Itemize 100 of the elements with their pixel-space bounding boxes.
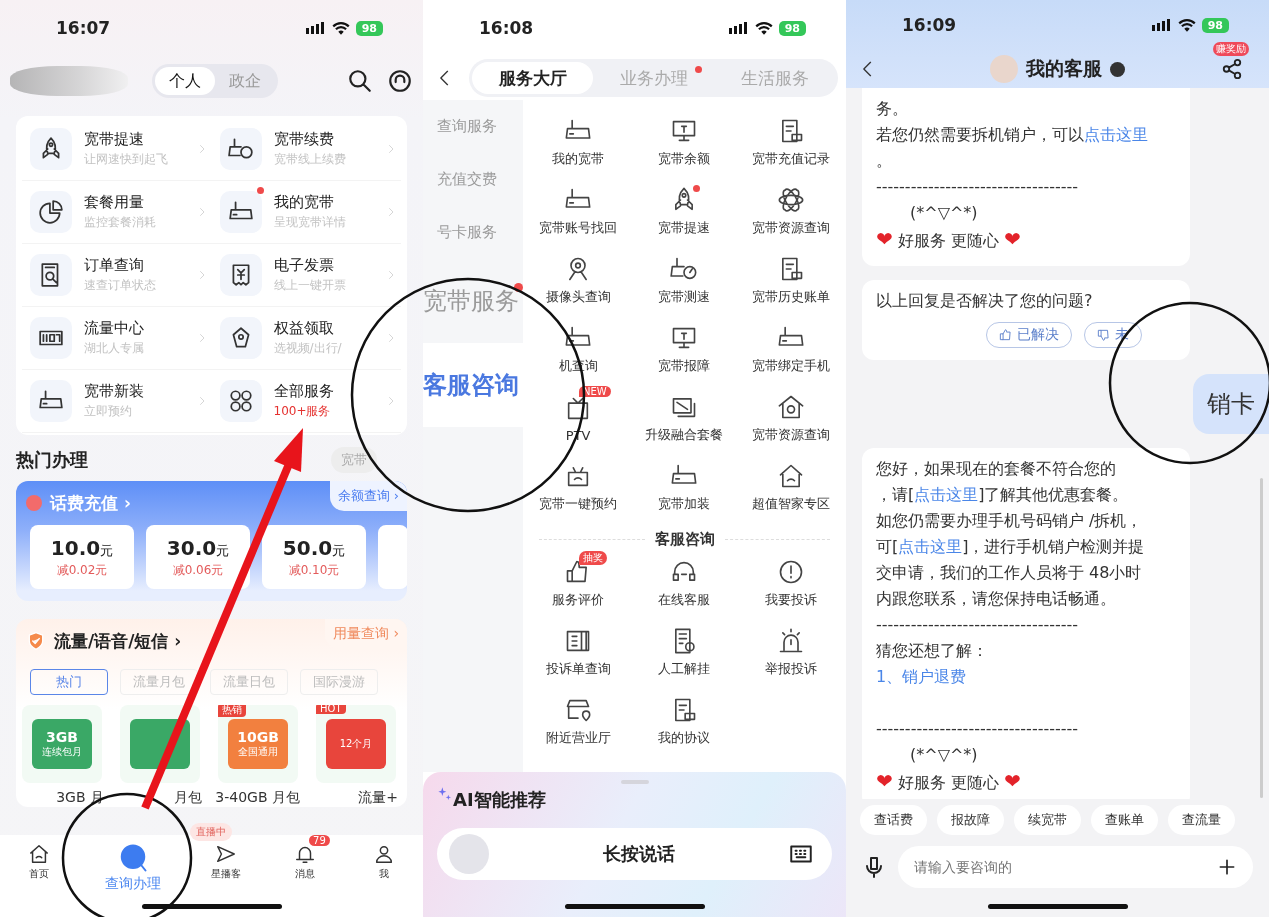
message-text: (*^▽^*)	[909, 744, 979, 766]
clock: 16:08	[479, 18, 534, 38]
product-image[interactable]: HOT 12个月	[316, 705, 396, 783]
quick-reply-chip[interactable]: 查账单	[1091, 805, 1158, 835]
signal-icon	[728, 22, 749, 34]
wifi-icon	[1177, 18, 1196, 32]
pie-chart-icon	[38, 199, 64, 225]
thumbs-down-icon	[1097, 328, 1111, 342]
amount-option[interactable]: 50.0元 减0.10元	[262, 525, 366, 589]
router-coin-icon	[227, 136, 254, 162]
message-text: 1、销户退费	[876, 666, 968, 688]
panel-title: AI智能推荐	[453, 788, 546, 812]
service-item[interactable]: 宽带测速	[631, 246, 738, 315]
service-item[interactable]: 人工解挂	[631, 618, 738, 687]
service-item[interactable]: 我的宽带	[525, 108, 632, 177]
service-item[interactable]: 宽带历史账单	[737, 246, 844, 315]
account-tab[interactable]: 个人	[155, 67, 215, 95]
filter-tab[interactable]: 热门	[30, 669, 108, 695]
service-title: 电子发票	[273, 256, 335, 275]
lottery-badge: 抽奖	[579, 551, 607, 565]
avatar-placeholder	[449, 834, 489, 874]
share-icon	[1221, 58, 1243, 80]
card-title[interactable]: 流量/语音/短信 ›	[54, 629, 182, 653]
service-item[interactable]: 我要投诉	[737, 549, 844, 618]
service-item[interactable]: 投诉单查询	[525, 618, 632, 687]
amount-option[interactable]: 30.0元 减0.06元	[146, 525, 250, 589]
message-text: -----------------------------------	[876, 718, 1080, 740]
amount-text: 10.0元	[50, 535, 114, 560]
service-item[interactable]: 宽带账号找回	[525, 177, 632, 246]
nav-item[interactable]: 查询办理	[87, 835, 178, 893]
service-item[interactable]: 权益领取 选视频/出行/	[211, 307, 401, 370]
service-item[interactable]: 我的宽带 呈现宽带详情	[211, 181, 401, 244]
message-text: ❤ 好服务 更随心 ❤	[876, 768, 1022, 795]
service-subtitle: 100+服务	[273, 403, 332, 420]
signal-icon	[305, 22, 326, 34]
sidebar-item[interactable]: 客服咨询	[423, 343, 523, 427]
service-item[interactable]: 宽带报障	[631, 315, 738, 384]
service-item[interactable]: 宽带资源查询	[737, 384, 844, 453]
service-item[interactable]: 在线客服	[631, 549, 738, 618]
message-text: 若您仍然需要拆机销户，可以点击这里	[876, 124, 1149, 146]
signal-icon	[1151, 19, 1172, 31]
tab[interactable]: 服务大厅	[472, 62, 593, 94]
service-title: 订单查询	[84, 256, 145, 275]
hold-to-talk-button[interactable]: 长按说话	[489, 842, 788, 866]
nav-item[interactable]: 消息 79	[275, 835, 336, 881]
product-image[interactable]: 热销 10GB 全国通用	[218, 705, 298, 783]
nav-item[interactable]: 首页	[9, 835, 70, 881]
service-item[interactable]: 我的协议	[631, 687, 738, 756]
product-badge: 热销	[218, 705, 246, 717]
service-item[interactable]: 举报投诉	[737, 618, 844, 687]
clock: 16:09	[902, 15, 957, 35]
thumbs-up-icon	[999, 328, 1013, 342]
service-item[interactable]: 宽带充值记录	[737, 108, 844, 177]
service-item[interactable]: 宽带一键预约	[525, 453, 632, 522]
product-name: 3-40GB 月包	[215, 789, 300, 807]
service-item[interactable]: 升级融合套餐	[631, 384, 738, 453]
service-title: 套餐用量	[84, 193, 145, 212]
service-subtitle: 选视频/出行/	[273, 340, 343, 357]
balance-link[interactable]: 余额查询 ›	[329, 481, 407, 511]
service-item[interactable]: 宽带加装	[631, 453, 738, 522]
service-title: 宽带续费	[273, 130, 335, 149]
quick-reply-chip[interactable]: 续宽带	[1014, 805, 1081, 835]
service-item[interactable]: 抽奖 服务评价	[525, 549, 632, 618]
message-text: 销卡	[1207, 389, 1255, 420]
message-text: 如您仍需要办理手机号码销户 /拆机，	[876, 510, 1144, 532]
coin-icon	[26, 495, 42, 511]
quick-reply-chip[interactable]: 报故障	[937, 805, 1004, 835]
amount-option[interactable]: 10.0元 减0.02元	[30, 525, 134, 589]
service-item[interactable]: 超值智家专区	[737, 453, 844, 522]
message-text: (*^▽^*)	[909, 202, 979, 224]
message-text: 猜您还想了解：	[876, 640, 989, 662]
house-icon	[28, 843, 51, 865]
service-item[interactable]: 宽带提速	[631, 177, 738, 246]
plus-icon	[1217, 857, 1237, 877]
service-item[interactable]: 全部服务 100+服务	[211, 370, 401, 433]
package-size: 3GB	[46, 729, 78, 745]
message-text: 务。	[876, 98, 909, 120]
chat-title: 我的客服	[1026, 56, 1102, 81]
house-search-icon	[776, 393, 805, 421]
package-caption: 全国通用	[238, 745, 278, 759]
quick-reply-chip[interactable]: 查话费	[860, 805, 927, 835]
message-text: ，请[点击这里]了解其他优惠套餐。	[876, 484, 1130, 506]
nav-item[interactable]: 我	[353, 835, 414, 881]
package-caption: 12个月	[339, 737, 373, 751]
package-caption: 连续包月	[42, 745, 82, 759]
quick-reply-chip[interactable]: 查流量	[1168, 805, 1235, 835]
message-text: -----------------------------------	[876, 176, 1080, 198]
service-item[interactable]: 附近营业厅	[525, 687, 632, 756]
service-item[interactable]: 摄像头查询	[525, 246, 632, 315]
service-item[interactable]: 宽带绑定手机	[737, 315, 844, 384]
message-text: 。	[876, 150, 893, 172]
service-item[interactable]: 宽带资源查询	[737, 177, 844, 246]
message-text: 您好，如果现在的套餐不符合您的	[876, 458, 1117, 480]
discount-text: 减0.02元	[56, 561, 108, 579]
count-badge: 79	[309, 835, 330, 846]
service-subtitle: 呈现宽带详情	[273, 214, 347, 231]
service-item[interactable]: 宽带余额	[631, 108, 738, 177]
message-text: 内跟您联系，请您保持电话畅通。	[876, 588, 1117, 610]
message-input[interactable]: 请输入要咨询的	[898, 846, 1253, 888]
search-icon	[347, 68, 373, 94]
